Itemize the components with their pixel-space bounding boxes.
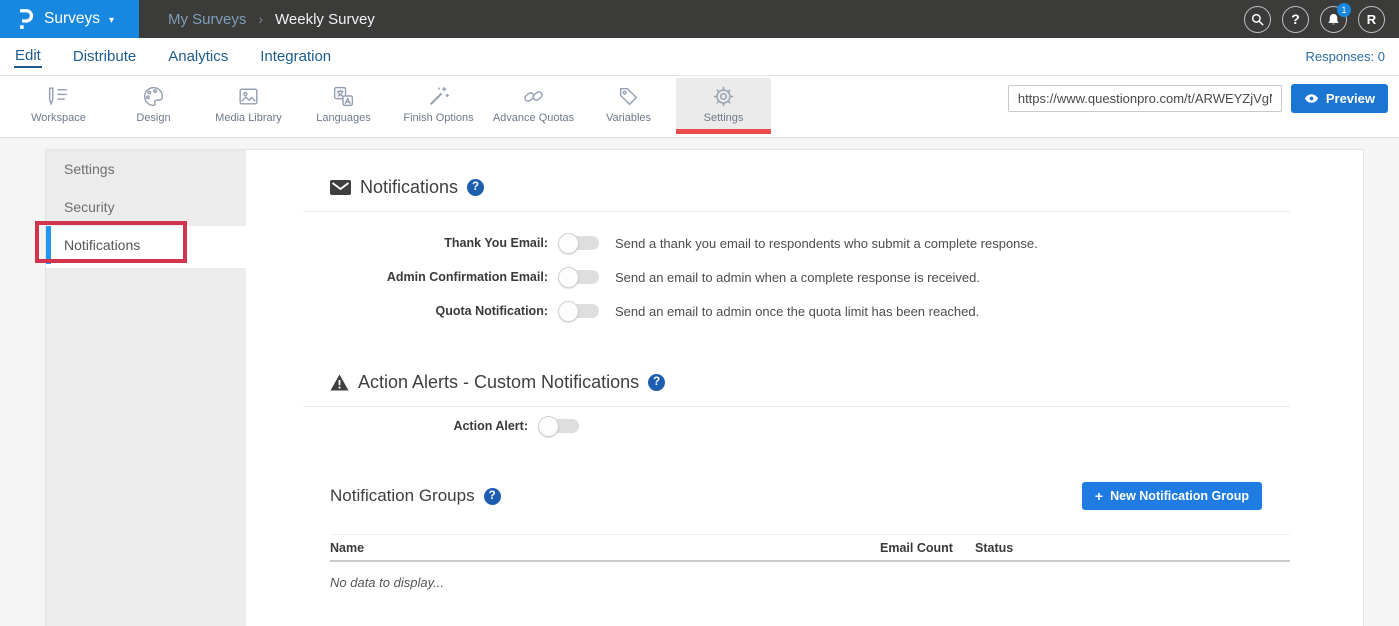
questionpro-logo-icon	[13, 6, 35, 32]
tab-distribute[interactable]: Distribute	[72, 46, 137, 67]
product-name: Surveys	[44, 10, 100, 28]
settings-gear-icon	[711, 84, 736, 109]
section-title-notifications: Notifications	[360, 177, 458, 198]
toolbar-right: Preview	[1008, 84, 1388, 113]
toolbar-design[interactable]: Design	[106, 78, 201, 129]
notification-toggle-rows: Thank You Email: Send a thank you email …	[330, 226, 1290, 328]
section-divider	[303, 211, 1290, 212]
column-header-name: Name	[330, 541, 880, 555]
sidebar-filler	[46, 268, 246, 626]
account-avatar[interactable]: R	[1358, 6, 1385, 33]
topbar-actions: ? 1 R	[1244, 6, 1385, 33]
toolbar-workspace[interactable]: Workspace	[11, 78, 106, 129]
thank-you-email-row: Thank You Email: Send a thank you email …	[330, 226, 1290, 260]
thank-you-email-description: Send a thank you email to respondents wh…	[615, 236, 1038, 251]
design-palette-icon	[141, 84, 166, 109]
finish-options-wand-icon	[426, 84, 451, 109]
notifications-button[interactable]: 1	[1320, 6, 1347, 33]
edit-toolbar: Workspace Design Media Library Languages…	[0, 76, 1399, 138]
action-alert-label: Action Alert:	[330, 419, 528, 433]
toolbar-settings[interactable]: Settings	[676, 78, 771, 129]
notification-groups-title: Notification Groups	[330, 486, 475, 506]
notification-groups-title-wrap: Notification Groups ?	[330, 486, 501, 506]
variables-tag-icon	[616, 84, 641, 109]
eye-icon	[1304, 93, 1319, 104]
languages-icon	[331, 84, 356, 109]
notifications-section-header: Notifications ?	[330, 177, 1290, 197]
quota-notification-label: Quota Notification:	[330, 304, 548, 318]
warning-triangle-icon	[330, 374, 349, 391]
breadcrumb-current-survey: Weekly Survey	[275, 11, 375, 28]
survey-nav: Edit Distribute Analytics Integration Re…	[0, 38, 1399, 76]
chevron-down-icon: ▾	[109, 15, 114, 26]
action-alert-rows: Action Alert:	[330, 413, 1290, 439]
sidebar-item-settings[interactable]: Settings	[46, 150, 246, 188]
topbar: Surveys ▾ My Surveys › Weekly Survey ? 1…	[0, 0, 1399, 38]
sidebar-item-notifications[interactable]: Notifications	[46, 226, 246, 264]
admin-confirmation-email-description: Send an email to admin when a complete r…	[615, 270, 980, 285]
workspace-icon	[46, 84, 71, 109]
action-alert-toggle[interactable]	[540, 419, 579, 433]
toolbar-languages[interactable]: Languages	[296, 78, 391, 129]
notification-groups-header: Notification Groups ? + New Notification…	[303, 482, 1290, 510]
content-background: Settings Security Notifications Notifica…	[0, 138, 1399, 626]
preview-button[interactable]: Preview	[1291, 84, 1388, 113]
toolbar-variables[interactable]: Variables	[581, 78, 676, 129]
help-button[interactable]: ?	[1282, 6, 1309, 33]
tab-integration[interactable]: Integration	[259, 46, 332, 67]
breadcrumb-my-surveys[interactable]: My Surveys	[168, 11, 246, 28]
envelope-icon	[330, 180, 351, 195]
notification-groups-table: Name Email Count Status No data to displ…	[330, 534, 1290, 590]
quota-notification-description: Send an email to admin once the quota li…	[615, 304, 979, 319]
product-switcher[interactable]: Surveys ▾	[0, 0, 139, 38]
toolbar-media-library[interactable]: Media Library	[201, 78, 296, 129]
question-mark-icon: ?	[1291, 11, 1300, 27]
tab-edit[interactable]: Edit	[14, 45, 42, 68]
media-library-icon	[236, 84, 261, 109]
thank-you-email-label: Thank You Email:	[330, 236, 548, 250]
notifications-settings-main: Notifications ? Thank You Email: Send a …	[246, 150, 1363, 626]
toolbar-finish-options[interactable]: Finish Options	[391, 78, 486, 129]
section-title-action-alerts: Action Alerts - Custom Notifications	[358, 372, 639, 393]
quota-notification-toggle[interactable]	[560, 304, 599, 318]
action-alerts-help-icon[interactable]: ?	[648, 374, 665, 391]
plus-icon: +	[1095, 488, 1103, 504]
notifications-help-icon[interactable]: ?	[467, 179, 484, 196]
advance-quotas-link-icon	[521, 84, 546, 109]
survey-url-input[interactable]	[1008, 85, 1282, 112]
sidebar-item-security[interactable]: Security	[46, 188, 246, 226]
settings-panel: Settings Security Notifications Notifica…	[45, 149, 1364, 626]
column-header-email-count: Email Count	[880, 541, 975, 555]
settings-sidebar: Settings Security Notifications	[46, 150, 246, 626]
tab-analytics[interactable]: Analytics	[167, 46, 229, 67]
table-empty-message: No data to display...	[330, 562, 1290, 590]
section-divider	[303, 406, 1290, 407]
admin-confirmation-email-toggle[interactable]	[560, 270, 599, 284]
action-alert-row: Action Alert:	[330, 413, 1290, 439]
new-notification-group-button[interactable]: + New Notification Group	[1082, 482, 1262, 510]
quota-notification-row: Quota Notification: Send an email to adm…	[330, 294, 1290, 328]
notification-count-badge: 1	[1337, 3, 1351, 17]
search-button[interactable]	[1244, 6, 1271, 33]
search-icon	[1250, 12, 1265, 27]
avatar-initial: R	[1367, 12, 1376, 27]
admin-confirmation-email-row: Admin Confirmation Email: Send an email …	[330, 260, 1290, 294]
table-header-row: Name Email Count Status	[330, 534, 1290, 562]
column-header-status: Status	[975, 541, 1290, 555]
toolbar-advance-quotas[interactable]: Advance Quotas	[486, 78, 581, 129]
notification-groups-help-icon[interactable]: ?	[484, 488, 501, 505]
thank-you-email-toggle[interactable]	[560, 236, 599, 250]
breadcrumb: My Surveys › Weekly Survey	[168, 11, 375, 28]
admin-confirmation-email-label: Admin Confirmation Email:	[330, 270, 548, 284]
breadcrumb-separator-icon: ›	[258, 11, 263, 27]
action-alerts-section-header: Action Alerts - Custom Notifications ?	[330, 372, 1290, 392]
responses-count[interactable]: Responses: 0	[1306, 49, 1386, 64]
